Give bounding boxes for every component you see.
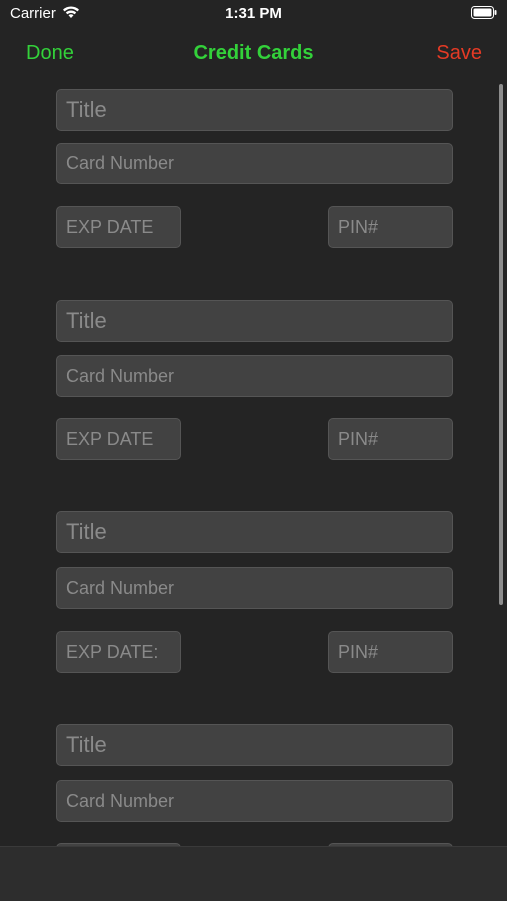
status-time: 1:31 PM (225, 5, 282, 22)
pin-field[interactable]: PIN# (328, 418, 453, 460)
exp-date-field[interactable]: EXP DATE: (56, 631, 181, 673)
card-number-field[interactable]: Card Number (56, 567, 453, 609)
exp-date-field[interactable]: EXP DATE (56, 206, 181, 248)
pin-field[interactable]: PIN# (328, 206, 453, 248)
card-number-field[interactable]: Card Number (56, 780, 453, 822)
status-bar: Carrier 1:31 PM (0, 0, 507, 28)
card-number-field[interactable]: Card Number (56, 355, 453, 397)
pin-field[interactable]: PIN# (328, 631, 453, 673)
card-title-field[interactable]: Title (56, 300, 453, 342)
card-title-field[interactable]: Title (56, 724, 453, 766)
page-title: Credit Cards (193, 42, 314, 64)
exp-date-field[interactable]: EXP DATE (56, 418, 181, 460)
card-title-field[interactable]: Title (56, 511, 453, 553)
scrollbar[interactable] (499, 84, 503, 605)
save-button[interactable]: Save (436, 42, 482, 65)
bottom-bar (0, 846, 507, 901)
nav-bar: Done Credit Cards Save (0, 36, 507, 72)
card-number-field[interactable]: Card Number (56, 143, 453, 184)
battery-icon (471, 6, 497, 19)
card-title-field[interactable]: Title (56, 89, 453, 131)
